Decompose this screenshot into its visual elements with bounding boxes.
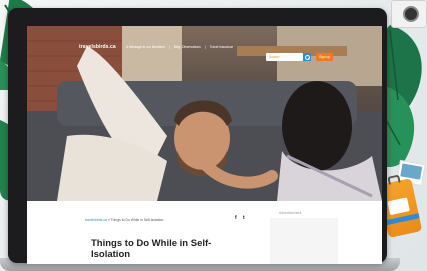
search-input[interactable]: Search <box>266 53 303 61</box>
suitcase-stripe <box>385 213 420 226</box>
article-title: Things to Do While in Self-Isolation <box>91 238 212 260</box>
breadcrumb-current: Things to Do While in Self-Isolation <box>110 218 164 222</box>
nav-separator: | <box>168 45 170 49</box>
camera-prop <box>391 0 427 28</box>
suitcase-sticker <box>387 197 410 216</box>
nav-separator: | <box>204 45 206 49</box>
site-logo[interactable]: travelsbirds.ca <box>79 44 116 50</box>
signup-button[interactable]: Sign up <box>316 53 333 61</box>
facebook-icon[interactable]: f <box>235 215 237 221</box>
suitcase-handle <box>387 174 401 185</box>
advertisement-label: Advertisement <box>279 211 302 215</box>
advertisement-slot[interactable] <box>270 218 338 264</box>
laptop-screen: travelsbirds.ca A Message to our Members… <box>27 26 382 264</box>
breadcrumb: travelsbirds.ca » Things to Do While in … <box>85 218 163 222</box>
breadcrumb-home[interactable]: travelsbirds.ca <box>85 218 107 222</box>
laptop-bezel: travelsbirds.ca A Message to our Members… <box>8 8 387 264</box>
camera-lens <box>403 6 419 22</box>
polaroid-image <box>400 163 423 180</box>
nav-link-insurance[interactable]: Travel Insurance <box>210 45 234 49</box>
twitter-icon[interactable]: t <box>243 215 245 221</box>
nav-link-blog[interactable]: Blog: Observations <box>174 45 201 49</box>
search-icon[interactable] <box>303 53 311 61</box>
top-nav: A Message to our Members | Blog: Observa… <box>126 45 233 49</box>
breadcrumb-separator: » <box>107 218 110 222</box>
nav-link-message[interactable]: A Message to our Members <box>126 45 165 49</box>
